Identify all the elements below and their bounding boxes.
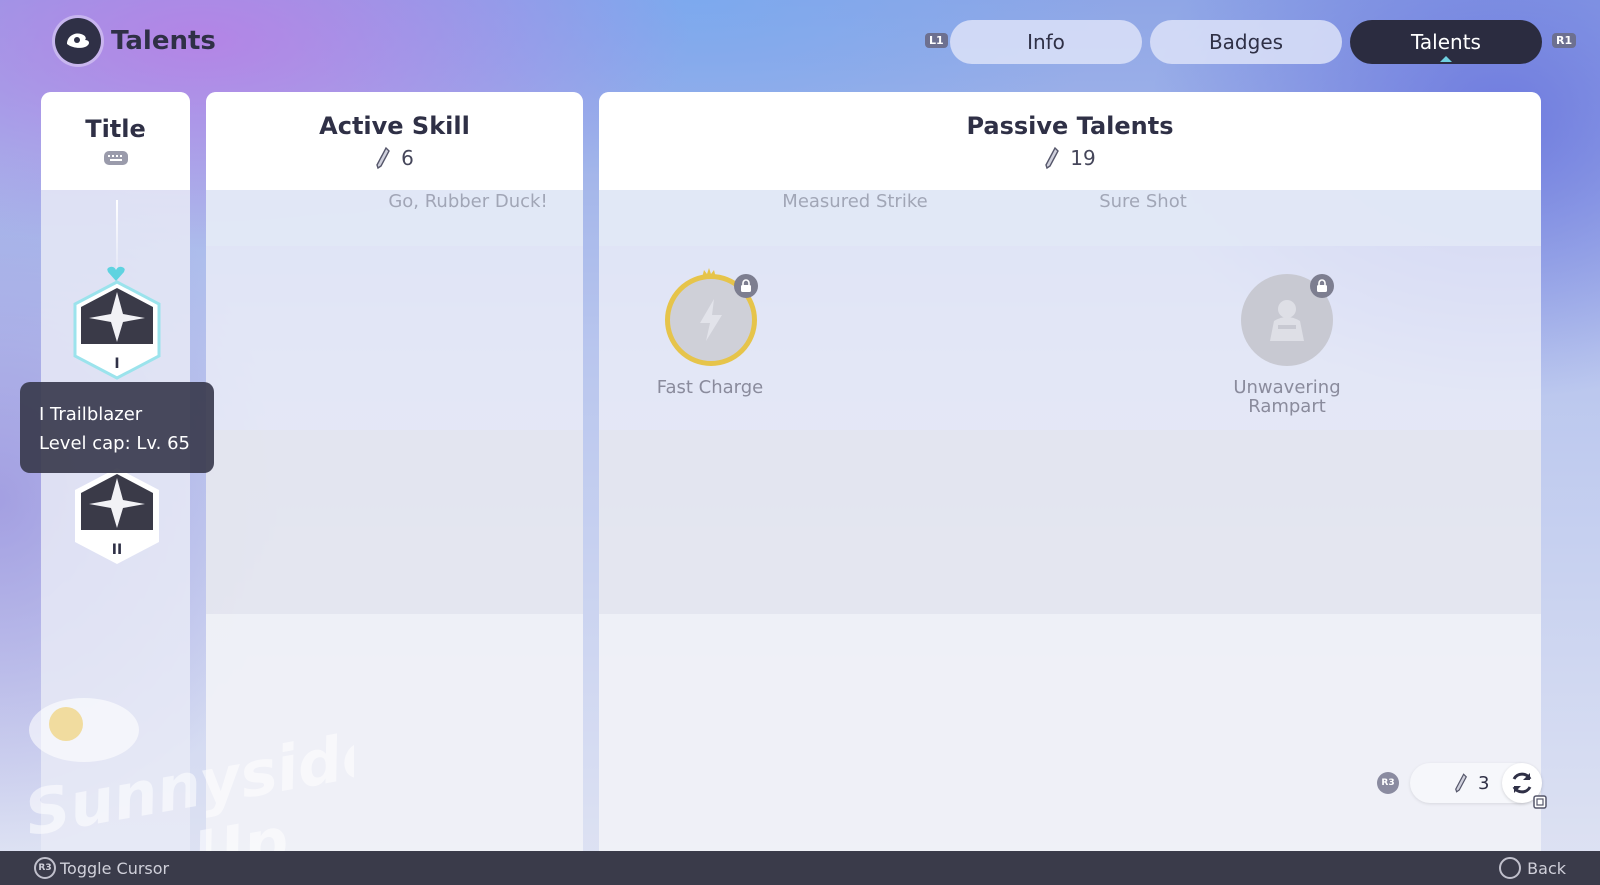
active-skill-heading: Active Skill [319, 112, 470, 140]
title-badge-2[interactable]: II [71, 466, 163, 566]
refresh-icon [1512, 772, 1532, 794]
keyboard-icon [103, 151, 128, 165]
passive-talents-lower-band [599, 614, 1541, 851]
passive-talents-header: Passive Talents 19 [599, 92, 1541, 190]
title-badge-numeral: II [111, 542, 123, 558]
passive-talents-row-band [599, 430, 1541, 614]
top-bar: Talents L1 Info Badges Talents R1 [0, 0, 1600, 86]
passive-faded-label: Measured Strike [782, 191, 928, 212]
lightning-icon [700, 299, 722, 341]
active-skill-header: Active Skill 6 [206, 92, 583, 190]
passive-talents-count-value: 19 [1070, 146, 1096, 170]
l1-hint: L1 [925, 33, 948, 48]
square-button-icon [1533, 795, 1547, 809]
candy-stick-icon [1045, 146, 1060, 170]
r3-stick-icon: R3 [34, 857, 56, 879]
active-skill-column: Active Skill 6 Go, Rubber Duck! [206, 92, 583, 851]
title-badge-numeral: I [114, 356, 120, 372]
tooltip-title-name: I Trailblazer [39, 404, 143, 425]
candy-stick-icon [376, 146, 390, 170]
active-skill-faded-label: Go, Rubber Duck! [388, 191, 548, 212]
talents-logo-icon [55, 18, 101, 64]
candy-stick-icon [1455, 773, 1468, 793]
active-skill-lower-band [206, 614, 583, 851]
page-title: Talents [111, 26, 216, 56]
lock-icon [1310, 274, 1334, 298]
title-tooltip: I Trailblazer Level cap: Lv. 65 [20, 382, 214, 473]
passive-talents-heading: Passive Talents [966, 112, 1174, 140]
shield-figure-icon [1270, 300, 1304, 341]
tab-bar: Info Badges Talents [950, 20, 1542, 64]
toggle-cursor-hint[interactable]: R3 Toggle Cursor [34, 857, 169, 879]
title-track-line [116, 200, 118, 270]
passive-talents-count: 19 [1044, 146, 1096, 170]
active-skill-count: 6 [375, 146, 414, 170]
r3-hint: R3 [1377, 772, 1399, 794]
gold-crown-icon [702, 268, 716, 278]
active-skill-row-band [206, 430, 583, 614]
tab-talents[interactable]: Talents [1350, 20, 1542, 64]
tab-badges[interactable]: Badges [1150, 20, 1342, 64]
title-column-heading: Title [85, 115, 146, 143]
fast-charge-label: Fast Charge [656, 377, 764, 398]
circle-button-icon [1499, 857, 1522, 879]
r1-hint: R1 [1552, 33, 1577, 48]
title-badge-1[interactable]: I [71, 280, 163, 380]
back-label: Back [1527, 858, 1566, 878]
passive-talents-column: Passive Talents 19 Measured Strike Sure … [599, 92, 1541, 851]
active-skill-count-value: 6 [401, 146, 414, 170]
title-column-header: Title [41, 92, 190, 190]
footer-bar: R3 Toggle Cursor Back [0, 851, 1600, 885]
page-header: Talents [55, 18, 216, 64]
toggle-cursor-label: Toggle Cursor [60, 858, 170, 878]
passive-faded-label: Sure Shot [1099, 191, 1187, 212]
back-hint[interactable]: Back [1499, 857, 1566, 879]
reset-cost-value: 3 [1478, 772, 1490, 794]
unwavering-rampart-label: Unwavering Rampart [1233, 377, 1341, 417]
tooltip-level-cap: Level cap: Lv. 65 [39, 433, 191, 454]
lock-icon [734, 274, 758, 298]
tab-info[interactable]: Info [950, 20, 1142, 64]
